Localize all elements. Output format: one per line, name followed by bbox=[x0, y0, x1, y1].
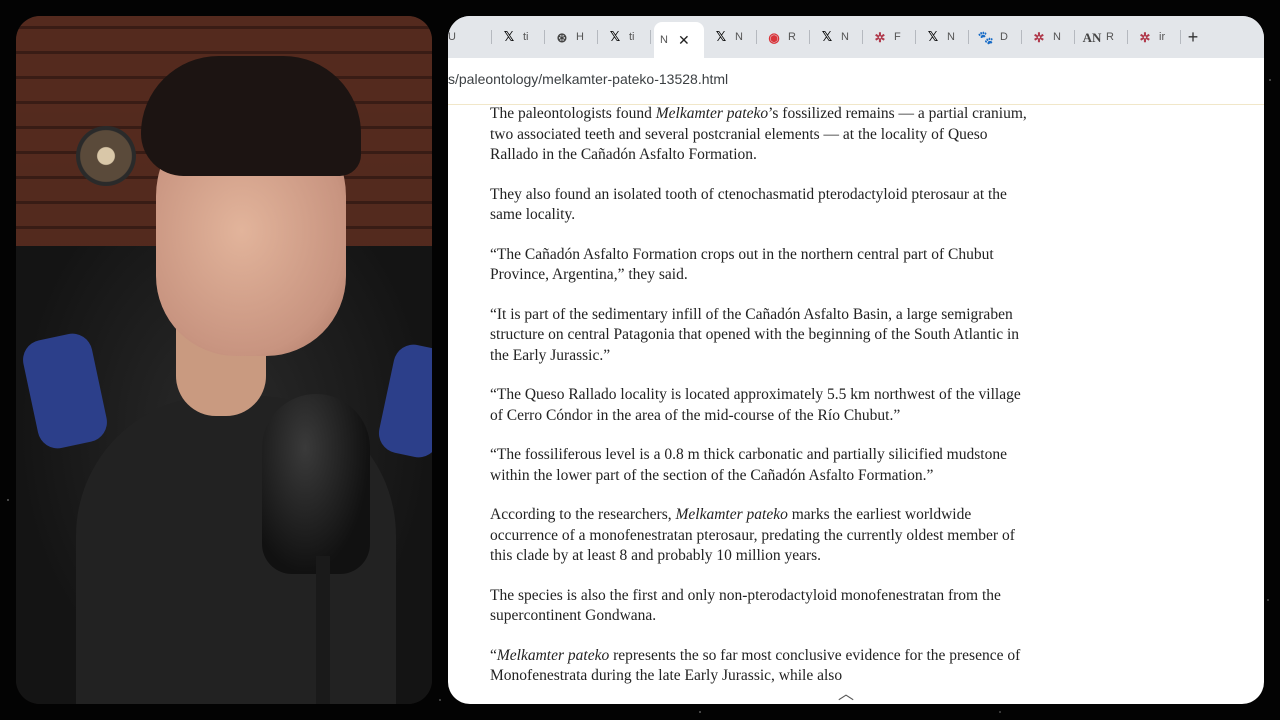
species-name: Melkamter pateko bbox=[675, 506, 788, 523]
paragraph-text: “ bbox=[490, 646, 497, 664]
close-icon[interactable]: ✕ bbox=[678, 32, 690, 49]
tab-active[interactable]: N ✕ bbox=[654, 22, 704, 58]
tab-separator bbox=[915, 30, 916, 44]
tab-separator bbox=[1180, 30, 1181, 44]
address-bar[interactable]: s/paleontology/melkamter-pateko-13528.ht… bbox=[448, 58, 1264, 105]
tab[interactable]: ⊛ H bbox=[548, 22, 598, 52]
article-paragraph: They also found an isolated tooth of cte… bbox=[490, 185, 1030, 226]
paragraph-text: According to the researchers, bbox=[490, 506, 676, 523]
tab-separator bbox=[1074, 30, 1075, 44]
tab-title: ti bbox=[523, 31, 529, 43]
paw-icon: 🐾 bbox=[977, 29, 995, 45]
tab[interactable]: ✲ F bbox=[866, 22, 916, 52]
paragraph-text: They also found an isolated tooth of cte… bbox=[490, 185, 1007, 224]
paragraph-text: “The Cañadón Asfalto Formation crops out… bbox=[490, 245, 994, 284]
tab-title: N bbox=[947, 31, 955, 43]
article-paragraph: “It is part of the sedimentary infill of… bbox=[490, 305, 1030, 367]
tab[interactable]: 𝕏ti bbox=[601, 22, 651, 52]
red-circle-icon: ◉ bbox=[768, 29, 780, 45]
tab-separator bbox=[756, 30, 757, 44]
article-paragraph: According to the researchers, Melkamter … bbox=[490, 505, 1030, 567]
tab-separator bbox=[597, 30, 598, 44]
tab-separator bbox=[809, 30, 810, 44]
article-paragraph: “The fossiliferous level is a 0.8 m thic… bbox=[490, 445, 1030, 486]
tab[interactable]: 𝕏ti bbox=[495, 22, 545, 52]
x-logo-icon: 𝕏 bbox=[715, 29, 727, 45]
species-name: Melkamter pateko bbox=[496, 646, 610, 664]
page-content: The paleontologists found Melkamter pate… bbox=[448, 104, 1264, 704]
microphone bbox=[262, 394, 370, 574]
url-text[interactable]: s/paleontology/melkamter-pateko-13528.ht… bbox=[448, 71, 728, 87]
tab-title: H bbox=[576, 31, 584, 43]
tab-title: N bbox=[735, 31, 743, 43]
tab-separator bbox=[1021, 30, 1022, 44]
paragraph-text: “It is part of the sedimentary infill of… bbox=[490, 305, 1020, 364]
paragraph-text: The paleontologists found bbox=[490, 105, 656, 122]
webcam-feed bbox=[16, 16, 432, 704]
tab-title: U bbox=[448, 31, 456, 43]
x-logo-icon: 𝕏 bbox=[503, 29, 515, 45]
tab-strip: U 𝕏ti ⊛ H 𝕏ti N ✕ 𝕏 N ◉ R 𝕏 N ✲ F 𝕏 N 🐾 D ✲ N AN R ✲ ir + bbox=[448, 16, 1264, 58]
microphone-arm bbox=[316, 556, 330, 704]
an-logo-icon: AN bbox=[1082, 29, 1102, 45]
tab-separator bbox=[968, 30, 969, 44]
tab[interactable]: U bbox=[448, 22, 492, 52]
tab-separator bbox=[544, 30, 545, 44]
tab[interactable]: 𝕏N bbox=[707, 22, 757, 52]
person-hair bbox=[141, 56, 361, 176]
x-logo-icon: 𝕏 bbox=[821, 29, 833, 45]
tab[interactable]: 🐾 D bbox=[972, 22, 1022, 52]
tab-title: F bbox=[894, 31, 901, 43]
tab[interactable]: 𝕏N bbox=[919, 22, 969, 52]
article-paragraph: The species is also the first and only n… bbox=[490, 586, 1030, 627]
tab-title: N bbox=[1053, 31, 1061, 43]
new-tab-button[interactable]: + bbox=[1182, 26, 1204, 48]
scroll-to-top-button[interactable]: ︿ bbox=[820, 680, 872, 704]
article-paragraph: “Melkamter pateko represents the so far … bbox=[490, 646, 1030, 687]
article-paragraph: “The Queso Rallado locality is located a… bbox=[490, 385, 1030, 426]
browser-window: U 𝕏ti ⊛ H 𝕏ti N ✕ 𝕏 N ◉ R 𝕏 N ✲ F 𝕏 N 🐾 D ✲ N AN R ✲ ir + s/paleo… bbox=[448, 16, 1264, 704]
tab-separator bbox=[1127, 30, 1128, 44]
wall-decoration bbox=[76, 126, 136, 186]
tab[interactable]: AN R bbox=[1078, 22, 1128, 52]
sci-news-star-icon: ✲ bbox=[1033, 29, 1045, 45]
paragraph-text: “The fossiliferous level is a 0.8 m thic… bbox=[490, 446, 1007, 484]
sci-news-star-icon: ✲ bbox=[874, 29, 886, 45]
sci-news-star-icon: ✲ bbox=[1139, 29, 1151, 45]
article-body: The paleontologists found Melkamter pate… bbox=[490, 104, 1030, 704]
openai-logo-icon: ⊛ bbox=[556, 29, 568, 45]
article-paragraph: “The Cañadón Asfalto Formation crops out… bbox=[490, 245, 1030, 286]
tab-title: ti bbox=[629, 31, 635, 43]
paragraph-text: “The Queso Rallado locality is located a… bbox=[490, 386, 1021, 424]
tab[interactable]: 𝕏N bbox=[813, 22, 863, 52]
tab-title: R bbox=[788, 31, 796, 43]
paragraph-text: The species is also the first and only n… bbox=[490, 586, 1001, 625]
tab-title: R bbox=[1106, 31, 1114, 43]
article-paragraph: The paleontologists found Melkamter pate… bbox=[490, 104, 1030, 166]
tab[interactable]: ◉ R bbox=[760, 22, 810, 52]
tab[interactable]: ✲ N bbox=[1025, 22, 1075, 52]
tab-title: N bbox=[660, 34, 668, 46]
tab[interactable]: ✲ ir bbox=[1131, 22, 1181, 52]
tab-title: D bbox=[1000, 31, 1008, 43]
tab-title: ir bbox=[1159, 31, 1166, 43]
tab-separator bbox=[491, 30, 492, 44]
x-logo-icon: 𝕏 bbox=[927, 29, 939, 45]
chevron-up-icon: ︿ bbox=[837, 686, 854, 703]
x-logo-icon: 𝕏 bbox=[609, 29, 621, 45]
tab-separator bbox=[650, 30, 651, 44]
species-name: Melkamter pateko bbox=[655, 105, 769, 122]
tab-separator bbox=[862, 30, 863, 44]
tab-title: N bbox=[841, 31, 849, 43]
